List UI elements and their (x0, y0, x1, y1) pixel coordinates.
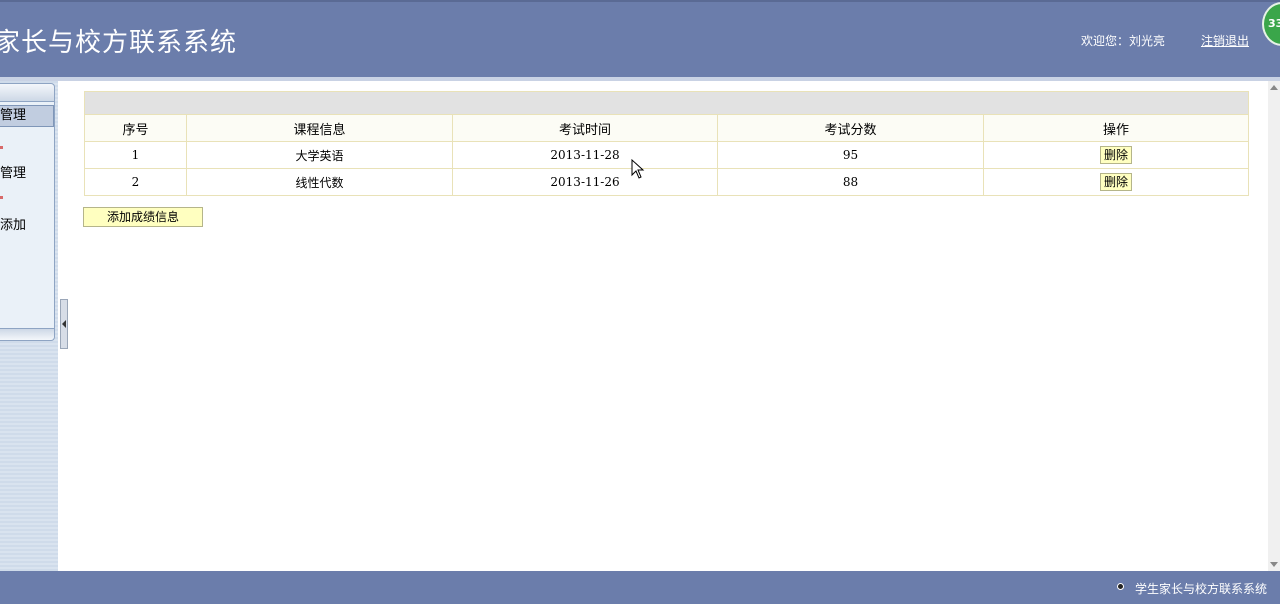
cell-date: 2013-11-26 (452, 168, 718, 196)
collapse-arrow-icon (62, 320, 66, 328)
bullet-icon (0, 196, 3, 199)
add-score-button[interactable]: 添加成绩信息 (83, 207, 203, 227)
notification-badge[interactable]: 33 (1262, 2, 1280, 46)
logout-link[interactable]: 注销退出 (1201, 32, 1249, 49)
cell-date: 2013-11-28 (452, 141, 718, 169)
cell-action: 删除 (983, 168, 1249, 196)
table-header-row: 序号 课程信息 考试时间 考试分数 操作 (84, 114, 1249, 142)
main-content: 序号 课程信息 考试时间 考试分数 操作 1 大学英语 2013-11-28 9… (70, 81, 1268, 571)
mouse-cursor-icon (631, 159, 645, 179)
sidebar-menu-header[interactable] (0, 84, 54, 102)
cell-score: 88 (717, 168, 984, 196)
table-row: 1 大学英语 2013-11-28 95 删除 (84, 141, 1249, 169)
scroll-down-icon[interactable] (1270, 562, 1278, 567)
cell-index: 1 (84, 141, 187, 169)
footer-bar: 学生家长与校方联系系统 (0, 571, 1280, 604)
sidebar-menu: 管理 管理 添加 (0, 83, 55, 341)
column-header-course: 课程信息 (186, 114, 453, 142)
sidebar-menu-footer (0, 328, 54, 340)
delete-button[interactable]: 删除 (1099, 173, 1132, 191)
welcome-text: 欢迎您：刘光亮 (1081, 34, 1166, 48)
sidebar-item-manage[interactable]: 管理 (0, 162, 26, 181)
column-header-score: 考试分数 (717, 114, 984, 142)
scroll-up-icon[interactable] (1270, 85, 1278, 90)
cell-score: 95 (717, 141, 984, 169)
cell-index: 2 (84, 168, 187, 196)
app-title: 家长与校方联系系统 (0, 28, 238, 58)
cell-course: 线性代数 (186, 168, 453, 196)
score-table: 序号 课程信息 考试时间 考试分数 操作 1 大学英语 2013-11-28 9… (84, 91, 1249, 196)
delete-button[interactable]: 删除 (1099, 146, 1132, 164)
vertical-scrollbar[interactable] (1268, 81, 1280, 571)
bullet-icon (0, 146, 3, 149)
table-caption (84, 91, 1249, 115)
cell-course: 大学英语 (186, 141, 453, 169)
sidebar-item-add[interactable]: 添加 (0, 214, 26, 233)
footer-text: 学生家长与校方联系系统 (1135, 582, 1268, 596)
table-row: 2 线性代数 2013-11-26 88 删除 (84, 168, 1249, 196)
table-caption-row (84, 91, 1249, 115)
cell-action: 删除 (983, 141, 1249, 169)
footer-bullet-icon (1117, 583, 1124, 590)
sidebar-collapse-handle[interactable] (60, 299, 68, 349)
column-header-action: 操作 (983, 114, 1249, 142)
column-header-index: 序号 (84, 114, 187, 142)
sidebar-item-manage-active[interactable]: 管理 (0, 105, 54, 127)
top-header: 家长与校方联系系统 欢迎您：刘光亮 注销退出 33 (0, 0, 1280, 77)
column-header-date: 考试时间 (452, 114, 718, 142)
